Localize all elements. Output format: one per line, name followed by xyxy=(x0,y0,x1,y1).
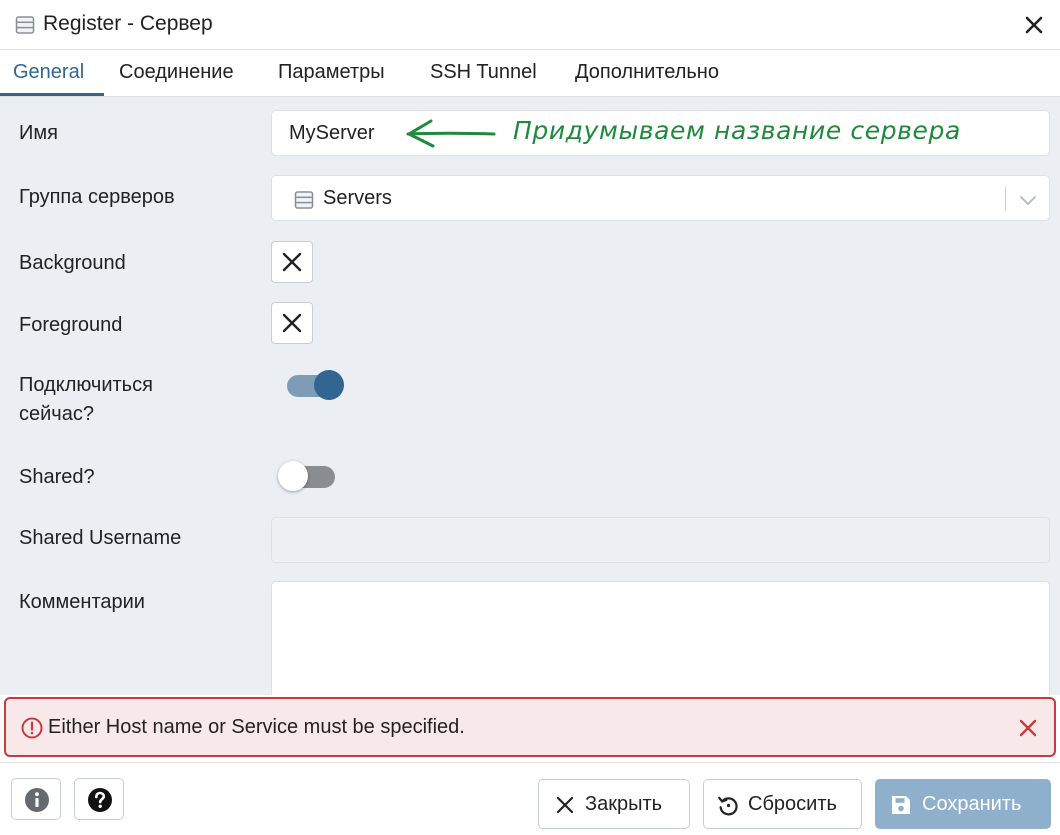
save-button-label: Сохранить xyxy=(922,793,1022,815)
close-icon[interactable] xyxy=(1017,717,1039,739)
connect-now-label-line1: Подключиться xyxy=(19,374,153,396)
tab-connection[interactable]: Соединение xyxy=(119,50,234,97)
toggle-knob xyxy=(314,370,344,400)
foreground-color-picker[interactable] xyxy=(271,302,313,344)
comments-textarea[interactable] xyxy=(271,581,1050,695)
toggle-knob xyxy=(278,461,308,491)
dialog-footer: Закрыть Сбросить Сохранить xyxy=(0,762,1060,835)
server-group-value: Servers xyxy=(323,187,392,209)
clear-color-icon xyxy=(282,313,302,333)
title-bar: Register - Сервер xyxy=(0,0,1060,50)
tab-ssh-tunnel[interactable]: SSH Tunnel xyxy=(430,50,537,97)
server-group-select[interactable]: Servers xyxy=(271,175,1050,221)
name-input-value: MyServer xyxy=(289,122,375,144)
server-group-label: Группа серверов xyxy=(19,186,175,208)
info-button[interactable] xyxy=(11,778,61,820)
shared-username-input xyxy=(271,517,1050,563)
background-label: Background xyxy=(19,252,126,274)
clear-color-icon xyxy=(282,252,302,272)
tab-parameters[interactable]: Параметры xyxy=(278,50,385,97)
help-button[interactable] xyxy=(74,778,124,820)
tab-advanced[interactable]: Дополнительно xyxy=(575,50,719,97)
shared-toggle[interactable] xyxy=(278,460,336,492)
foreground-label: Foreground xyxy=(19,314,123,336)
annotation-arrow-icon xyxy=(406,119,496,148)
connect-now-label-line2: сейчас? xyxy=(19,403,94,425)
save-icon xyxy=(892,796,910,814)
register-server-dialog: Register - Сервер General Соединение Пар… xyxy=(0,0,1060,835)
save-button[interactable]: Сохранить xyxy=(875,779,1051,829)
error-message-bar: Either Host name or Service must be spec… xyxy=(4,697,1056,757)
close-button[interactable]: Закрыть xyxy=(538,779,690,829)
comments-label: Комментарии xyxy=(19,591,145,613)
annotation-text: Придумываем название сервера xyxy=(513,116,961,145)
server-group-icon xyxy=(294,191,314,209)
tab-bar: General Соединение Параметры SSH Tunnel … xyxy=(0,50,1060,97)
tab-general[interactable]: General xyxy=(13,50,84,97)
close-icon xyxy=(556,796,574,814)
shared-label: Shared? xyxy=(19,466,95,488)
close-icon[interactable] xyxy=(1020,11,1048,39)
name-label: Имя xyxy=(19,122,58,144)
active-tab-indicator xyxy=(0,93,104,96)
dialog-title: Register - Сервер xyxy=(43,12,213,35)
background-color-picker[interactable] xyxy=(271,241,313,283)
general-form: Имя MyServer Придумываем название сервер… xyxy=(0,97,1060,695)
connect-now-label: Подключиться сейчас? xyxy=(19,371,153,429)
help-icon xyxy=(88,788,112,812)
close-button-label: Закрыть xyxy=(585,793,663,815)
reset-button[interactable]: Сбросить xyxy=(703,779,862,829)
shared-username-label: Shared Username xyxy=(19,527,182,549)
error-message-text: Either Host name or Service must be spec… xyxy=(48,716,465,738)
reset-button-label: Сбросить xyxy=(748,793,837,815)
chevron-down-icon[interactable] xyxy=(1018,190,1038,210)
error-circle-icon xyxy=(21,717,43,739)
info-icon xyxy=(25,788,49,812)
select-divider xyxy=(1005,187,1006,211)
server-icon xyxy=(15,16,35,34)
connect-now-toggle[interactable] xyxy=(278,369,344,401)
reset-icon xyxy=(718,796,738,816)
